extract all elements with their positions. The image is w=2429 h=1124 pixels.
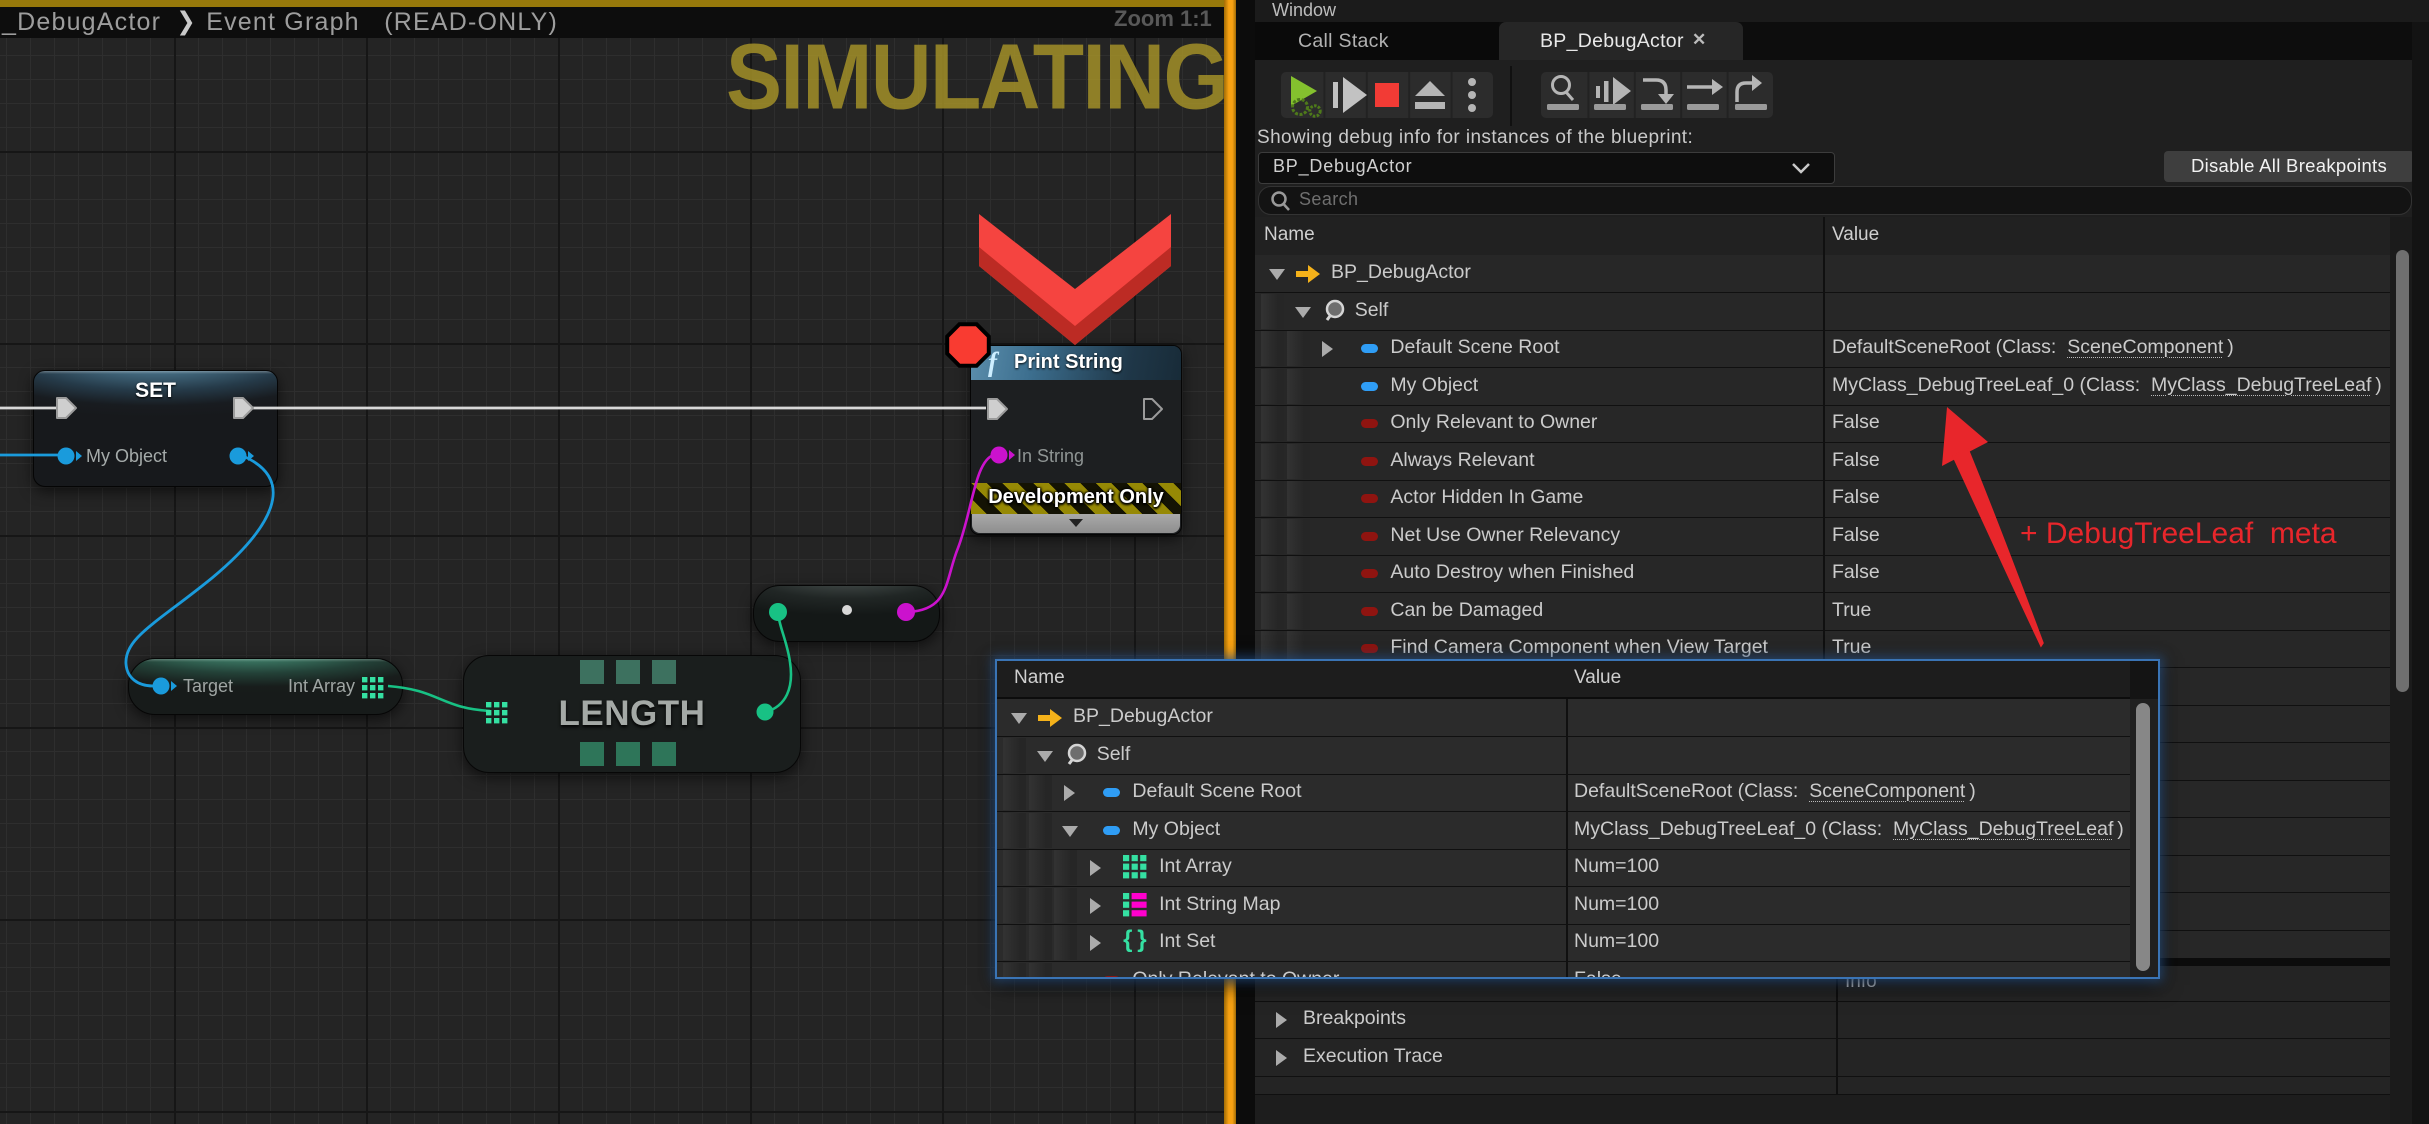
svg-text:+ DebugTreeLeaf meta: + DebugTreeLeaf meta [2020, 517, 2337, 550]
